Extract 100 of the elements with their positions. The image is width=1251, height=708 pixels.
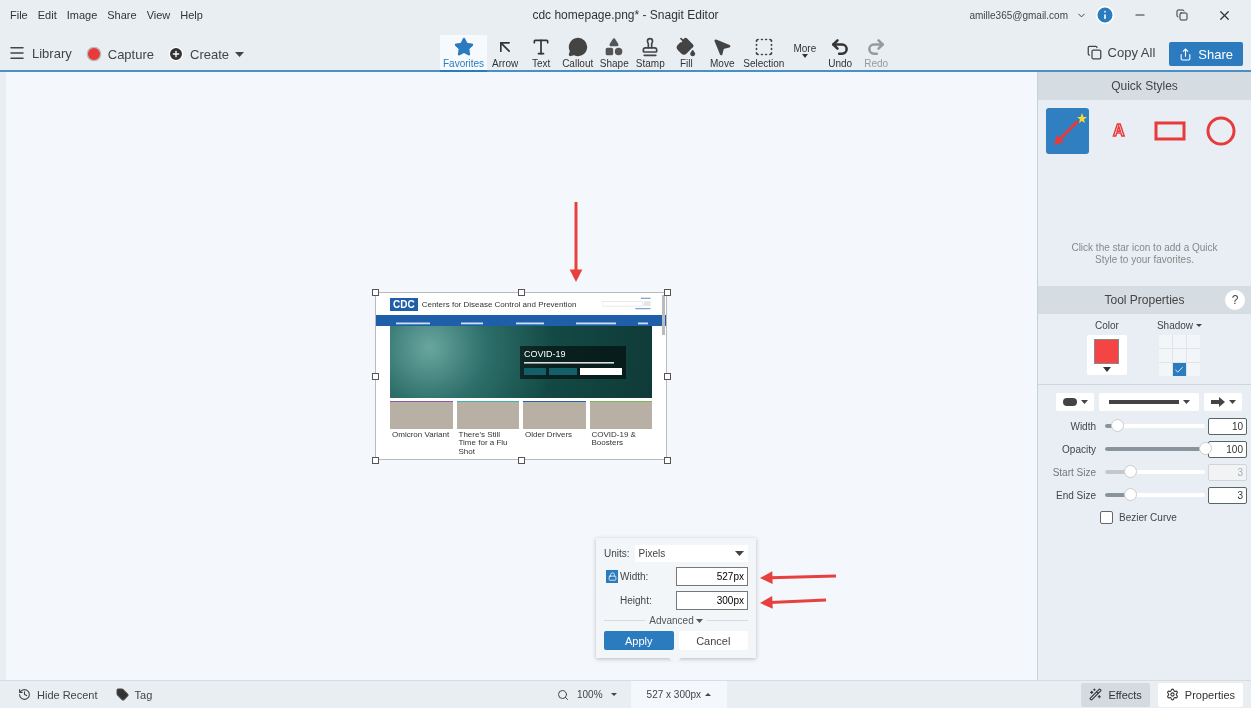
menu-item[interactable]: Edit xyxy=(37,9,57,21)
shadow-cell[interactable] xyxy=(1187,363,1200,376)
pointer-icon xyxy=(712,37,733,57)
menu-item[interactable]: Help xyxy=(180,9,203,21)
panel-title: Tool Properties xyxy=(1104,293,1185,307)
status-button[interactable]: Tag xyxy=(115,688,153,701)
card-title[interactable]: COVID-19 & Boosters xyxy=(589,430,652,448)
history-icon xyxy=(18,688,31,701)
info-icon[interactable] xyxy=(1095,5,1115,25)
menu-icon xyxy=(8,44,26,62)
search-icon xyxy=(557,688,569,701)
caret-icon xyxy=(1080,400,1088,404)
plus-circle-icon xyxy=(168,46,184,62)
share-icon xyxy=(1179,47,1193,61)
share-button[interactable]: Share xyxy=(1169,42,1243,66)
caret-icon xyxy=(695,618,703,623)
resize-handle[interactable] xyxy=(518,289,525,296)
caret-icon xyxy=(1182,400,1190,404)
caret-icon xyxy=(1196,324,1203,327)
caret-icon xyxy=(705,693,712,696)
menu-item[interactable]: Share xyxy=(107,9,137,21)
tool-button[interactable]: Shape xyxy=(596,35,633,72)
number-field[interactable]: 3 xyxy=(1208,487,1247,504)
card-title[interactable]: Omicron Variant xyxy=(390,430,453,440)
quick-style[interactable] xyxy=(1046,108,1090,154)
tool-button[interactable]: Selection xyxy=(740,35,788,72)
tool-button[interactable]: Fill xyxy=(668,35,705,72)
shadow-dropdown[interactable]: Shadow xyxy=(1156,320,1203,331)
toolbar-button[interactable]: Library xyxy=(8,44,72,70)
arrow-icon xyxy=(1210,397,1225,407)
resize-handle[interactable] xyxy=(664,289,671,296)
tool-button[interactable]: Callout xyxy=(559,35,597,72)
paint-bucket-icon xyxy=(676,37,697,57)
tool-button[interactable]: Favorites xyxy=(440,35,488,72)
slider-label: Opacity xyxy=(1061,444,1096,455)
text-style-sample: A xyxy=(1113,122,1125,140)
copy-all-button[interactable]: Copy All xyxy=(1080,44,1162,68)
shapes-icon xyxy=(604,37,625,57)
resize-handle[interactable] xyxy=(372,289,379,296)
gear-icon xyxy=(1165,688,1179,701)
site-name: Centers for Disease Control and Prevention xyxy=(421,299,577,309)
menu-item[interactable]: File xyxy=(10,9,28,21)
help-button[interactable]: ? xyxy=(1225,290,1245,310)
resize-handle[interactable] xyxy=(372,457,379,464)
toolbar-button[interactable]: Capture xyxy=(85,46,154,70)
width-field[interactable]: 527px xyxy=(676,567,748,586)
scrollbar[interactable] xyxy=(662,295,665,335)
card-title[interactable]: Older Drivers xyxy=(523,430,586,440)
check-icon xyxy=(1174,364,1185,375)
units-label: Units: xyxy=(604,548,630,559)
checkbox-label: Bezier Curve xyxy=(1119,512,1177,523)
slider-thumb[interactable] xyxy=(1111,419,1124,432)
tool-button[interactable]: Move xyxy=(704,35,741,72)
hint-text: Click the star icon to add a Quick Style to your favorites. xyxy=(1070,242,1219,266)
number-field[interactable]: 100 xyxy=(1208,441,1247,458)
resize-handle[interactable] xyxy=(518,457,525,464)
panel-toggle[interactable]: Properties xyxy=(1157,682,1243,707)
speech-bubble-icon xyxy=(567,37,588,57)
shadow-cell[interactable] xyxy=(1173,363,1186,376)
arrow-head-dropdown[interactable] xyxy=(1204,393,1242,411)
shadow-cell[interactable] xyxy=(1159,363,1172,376)
stamp-icon xyxy=(640,37,661,57)
circle-icon xyxy=(1205,115,1238,147)
color-label: Color xyxy=(1094,320,1119,331)
line-cap-dropdown[interactable] xyxy=(1056,393,1094,411)
caret-icon xyxy=(610,693,617,696)
slider-label: End Size xyxy=(1054,490,1096,501)
more-button[interactable]: More xyxy=(787,43,823,70)
number-field[interactable]: 10 xyxy=(1208,418,1247,435)
tool-button[interactable]: Undo xyxy=(822,35,859,72)
webpage-screenshot[interactable]: CDC Centers for Disease Control and Prevention COVID-19 Omicron Variant There's Still Time for a Flu Shot Older Drivers COVID-19 & Boosters xyxy=(375,292,667,460)
resize-handle[interactable] xyxy=(372,373,379,380)
status-button[interactable]: Hide Recent xyxy=(18,688,98,701)
apply-button[interactable]: Apply xyxy=(604,631,674,650)
slider-thumb[interactable] xyxy=(1124,488,1137,501)
checkbox[interactable] xyxy=(1100,511,1113,524)
menu-item[interactable]: Image xyxy=(66,9,98,21)
size-button[interactable]: 527 x 300px xyxy=(630,681,728,708)
toolbar-button[interactable]: Create xyxy=(168,46,245,70)
shadow-cell[interactable] xyxy=(1173,349,1186,362)
tool-button[interactable]: Text xyxy=(523,35,560,72)
panel-toggle[interactable]: Effects xyxy=(1081,682,1150,707)
account-email[interactable]: amille365@gmail.com xyxy=(969,9,1068,21)
shadow-cell[interactable] xyxy=(1187,349,1200,362)
menu-item[interactable]: View xyxy=(146,9,171,21)
lock-icon[interactable] xyxy=(606,570,618,583)
units-dropdown[interactable]: Pixels xyxy=(634,545,748,562)
color-picker[interactable] xyxy=(1086,335,1127,375)
tool-button[interactable]: Arrow xyxy=(487,35,524,72)
line-style-dropdown[interactable] xyxy=(1099,393,1199,411)
tool-button[interactable]: Stamp xyxy=(632,35,669,72)
width-label: Width: xyxy=(620,571,649,582)
resize-handle[interactable] xyxy=(664,457,671,464)
caret-icon xyxy=(235,51,245,57)
cancel-button[interactable]: Cancel xyxy=(678,631,748,650)
shadow-cell[interactable] xyxy=(1159,349,1172,362)
height-field[interactable]: 300px xyxy=(676,591,748,610)
zoom-dropdown[interactable]: 100% xyxy=(543,681,631,708)
resize-handle[interactable] xyxy=(664,373,671,380)
card-title[interactable]: There's Still Time for a Flu Shot xyxy=(456,430,519,457)
